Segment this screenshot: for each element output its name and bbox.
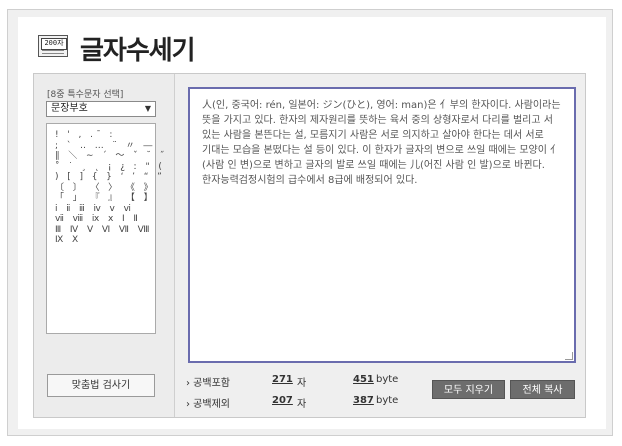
symbol-row[interactable]: ˚ ˙ ¸ ˛ ¡ ¿ ː " ( [55, 162, 162, 173]
main-panel: [8중 특수문자 선택] 문장부호 ▼ ! ' , . ̄ :; ` ‥ … ¨… [33, 73, 586, 418]
symbol-row[interactable]: Ⅸ Ⅹ [55, 235, 151, 246]
byte-count: 451 [353, 374, 374, 385]
paper-icon: 200자 [38, 35, 68, 57]
symbol-row[interactable]: Ⅲ Ⅳ Ⅴ Ⅵ Ⅶ Ⅷ [55, 225, 151, 236]
char-unit: 자 [297, 399, 307, 410]
char-count: 207 [272, 395, 293, 406]
clear-all-button[interactable]: 모두 지우기 [432, 380, 505, 399]
counter-logo-icon: 200자 [34, 35, 72, 61]
select-value: 문장부호 [51, 103, 88, 114]
special-char-label: [8중 특수문자 선택] [47, 90, 124, 100]
symbol-row[interactable]: 「 」 『 』 【 】 [55, 193, 153, 204]
symbol-row[interactable]: 〔 〕 〈 〉 《 》 [55, 183, 153, 194]
resize-handle-icon[interactable] [565, 352, 573, 360]
symbol-list[interactable]: ! ' , . ̄ :; ` ‥ … ¨ 〃 ― ∥ ＼ ∼ ´ ～ ˇ ˘ ˝ ˚… [46, 123, 164, 334]
page-title: 글자수세기 [80, 35, 196, 66]
chevron-down-icon: ▼ [144, 104, 151, 113]
stat-without-spaces: › 공백제외 207 자 387 byte [186, 395, 446, 411]
byte-count: 387 [353, 395, 374, 406]
text-input-area[interactable]: 人(인, 중국어: rén, 일본어: ジン(ひと), 영어: man)은 亻부… [188, 87, 576, 363]
spellcheck-button[interactable]: 맞춤법 검사기 [47, 374, 155, 397]
stat-label: › 공백제외 [186, 399, 230, 410]
copy-all-button[interactable]: 전체 복사 [510, 380, 575, 399]
char-count: 271 [272, 374, 293, 385]
logo-counter-text: 200자 [41, 38, 67, 50]
special-char-sidebar: [8중 특수문자 선택] 문장부호 ▼ ! ' , . ̄ :; ` ‥ … ¨… [34, 74, 175, 417]
stat-label: › 공백포함 [186, 378, 230, 389]
symbol-row[interactable]: ⅶ ⅷ ⅸ ⅹ Ⅰ Ⅱ [55, 214, 151, 225]
paper-line [42, 53, 64, 54]
paper-line [42, 50, 64, 51]
stat-with-spaces: › 공백포함 271 자 451 byte [186, 374, 446, 390]
symbol-row[interactable]: ! ' , . ̄ : [55, 130, 151, 141]
symbol-row[interactable]: ) [ ] { } ‘ ’ “ ” [55, 172, 162, 183]
symbol-row[interactable]: ⅰ ⅱ ⅲ ⅳ ⅴ ⅵ [55, 204, 151, 215]
symbol-row[interactable]: ; ` ‥ … ¨ 〃 ― [55, 141, 152, 152]
editor-text: 人(인, 중국어: rén, 일본어: ジン(ひと), 영어: man)은 亻부… [202, 100, 564, 186]
byte-unit: byte [376, 374, 399, 385]
symbol-category-select[interactable]: 문장부호 ▼ [46, 101, 156, 117]
byte-unit: byte [376, 395, 399, 406]
symbol-row[interactable]: ∥ ＼ ∼ ´ ～ ˇ ˘ ˝ [55, 151, 164, 162]
char-unit: 자 [297, 378, 307, 389]
page-header: 200자 글자수세기 [34, 28, 196, 68]
